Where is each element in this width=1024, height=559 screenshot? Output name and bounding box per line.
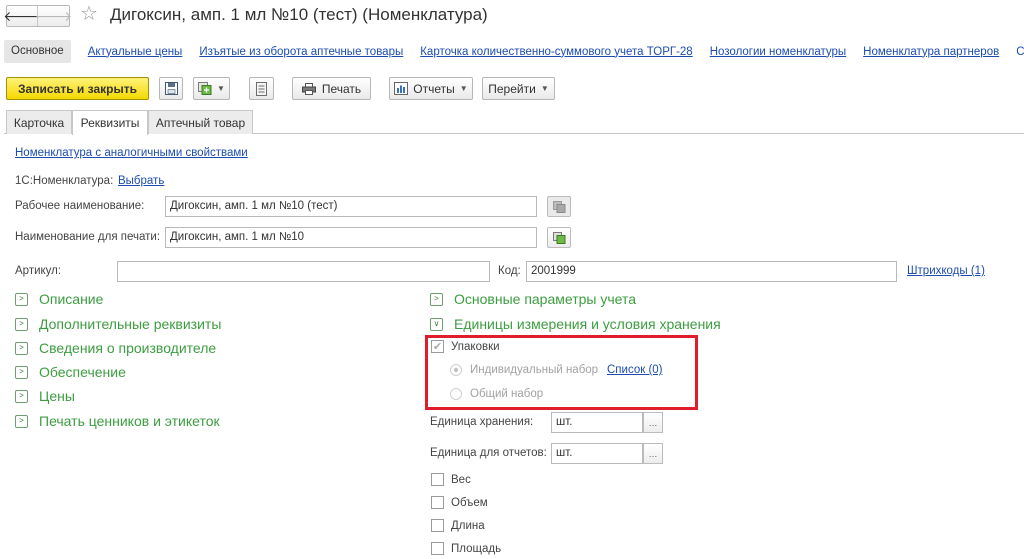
save-button[interactable] (159, 77, 183, 100)
section-withdrawn-goods[interactable]: Изъятые из оборота аптечные товары (199, 46, 403, 58)
chevron-down-icon: ▼ (459, 84, 468, 93)
print-name-label: Наименование для печати: (15, 231, 161, 243)
copy-green-icon (552, 231, 565, 244)
section-partner-nomenclature[interactable]: Номенклатура партнеров (863, 46, 999, 58)
floppy-disk-icon (164, 82, 178, 95)
group-manufacturer-info[interactable]: > Сведения о производителе (15, 340, 216, 356)
weight-checkbox[interactable]: Вес (431, 473, 471, 486)
section-torg28-card[interactable]: Карточка количественно-суммового учета Т… (420, 46, 692, 58)
navigation-buttons: 🡐 🡒 (3, 5, 73, 27)
document-list-icon (256, 81, 267, 96)
storage-unit-field[interactable]: шт. (551, 412, 643, 433)
group-units-storage[interactable]: ∨ Единицы измерения и условия хранения (430, 316, 721, 332)
article-field[interactable] (117, 261, 490, 282)
group-additional-requisites[interactable]: > Дополнительные реквизиты (15, 316, 221, 332)
nomenclature-1c-label: 1С:Номенклатура: (15, 175, 114, 187)
report-unit-label: Единица для отчетов: (430, 447, 547, 459)
forward-arrow-icon[interactable]: 🡒 (35, 6, 73, 26)
print-name-field[interactable]: Дигоксин, амп. 1 мл №10 (165, 227, 537, 248)
group-provision[interactable]: > Обеспечение (15, 364, 126, 380)
favorite-star-icon[interactable]: ☆ (80, 3, 98, 25)
work-name-field[interactable]: Дигоксин, амп. 1 мл №10 (тест) (165, 196, 537, 217)
code-field[interactable]: 2001999 (526, 261, 897, 282)
group-prices[interactable]: > Цены (15, 388, 75, 404)
expand-icon: > (15, 414, 28, 428)
barcodes-link[interactable]: Штрихкоды (1) (907, 265, 985, 277)
group-price-tags-labels[interactable]: > Печать ценников и этикеток (15, 413, 220, 429)
tab-card[interactable]: Карточка (6, 110, 72, 134)
storage-unit-choose-button[interactable]: … (643, 412, 663, 433)
area-checkbox[interactable]: Площадь (431, 542, 501, 555)
goto-button[interactable]: Перейти ▼ (482, 77, 555, 100)
reports-icon (394, 82, 409, 95)
copy-icon (552, 200, 565, 213)
work-name-label: Рабочее наименование: (15, 200, 145, 212)
report-unit-choose-button[interactable]: … (643, 443, 663, 464)
section-actual-prices[interactable]: Актуальные цены (88, 46, 183, 58)
select-1c-nomenclature-link[interactable]: Выбрать (118, 175, 164, 187)
printer-icon (301, 82, 316, 95)
section-links: Основное Актуальные цены Изъятые из обор… (4, 40, 1024, 63)
expand-icon: > (15, 317, 28, 331)
expand-icon: > (15, 365, 28, 379)
copy-work-name-button[interactable] (547, 196, 571, 217)
article-label: Артикул: (15, 265, 62, 277)
save-and-close-button[interactable]: Записать и закрыть (6, 77, 149, 100)
volume-checkbox[interactable]: Объем (431, 496, 488, 509)
storage-unit-label: Единица хранения: (430, 416, 534, 428)
expand-icon: > (430, 292, 443, 306)
section-more[interactable]: C (1016, 46, 1024, 58)
highlight-frame (425, 335, 698, 410)
similar-properties-link[interactable]: Номенклатура с аналогичными свойствами (15, 147, 248, 159)
expand-icon: > (15, 292, 28, 306)
chevron-down-icon: ▼ (217, 84, 225, 93)
create-based-on-icon (198, 82, 212, 95)
window-title: Дигоксин, амп. 1 мл №10 (тест) (Номенкла… (110, 5, 488, 24)
section-nosologies[interactable]: Нозологии номенклатуры (710, 46, 846, 58)
back-arrow-icon[interactable]: 🡐 (3, 6, 41, 26)
expand-icon: > (15, 341, 28, 355)
code-label: Код: (498, 265, 521, 277)
group-description[interactable]: > Описание (15, 291, 103, 307)
tab-requisites[interactable]: Реквизиты (72, 110, 148, 135)
tab-pharmacy-product[interactable]: Аптечный товар (148, 110, 253, 134)
create-based-on-button[interactable]: ▼ (193, 77, 230, 100)
print-button[interactable]: Печать (292, 77, 371, 100)
group-main-accounting-params[interactable]: > Основные параметры учета (430, 291, 636, 307)
fill-print-name-button[interactable] (547, 227, 571, 248)
document-list-button[interactable] (249, 77, 274, 100)
expand-icon: > (15, 389, 28, 403)
reports-button[interactable]: Отчеты ▼ (389, 77, 473, 100)
chevron-down-icon: ▼ (540, 84, 549, 93)
section-main[interactable]: Основное (4, 40, 71, 63)
length-checkbox[interactable]: Длина (431, 519, 485, 532)
collapse-icon: ∨ (430, 317, 443, 331)
report-unit-field[interactable]: шт. (551, 443, 643, 464)
